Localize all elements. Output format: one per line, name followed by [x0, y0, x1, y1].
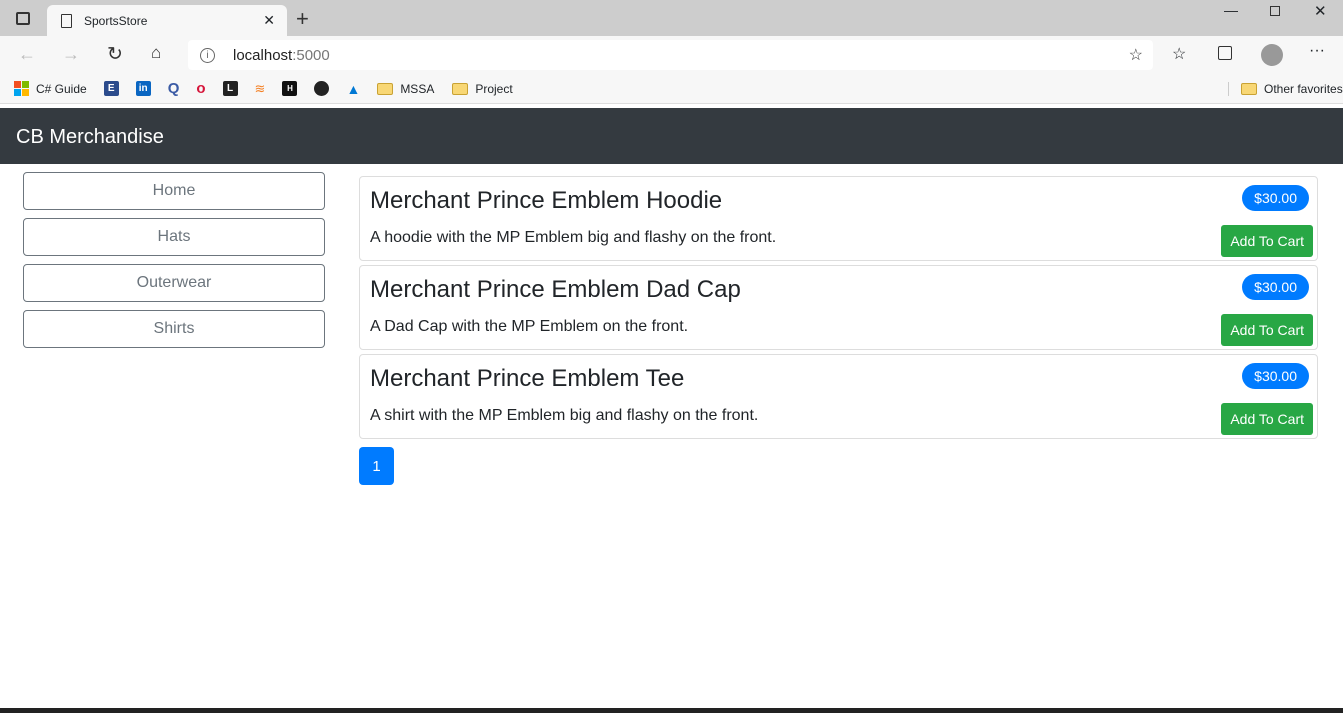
price-badge: $30.00	[1242, 274, 1309, 300]
q-icon[interactable]: Q	[168, 80, 180, 97]
product-card: Merchant Prince Emblem Dad Cap $30.00 A …	[359, 265, 1318, 350]
category-sidebar: Home Hats Outerwear Shirts	[23, 172, 325, 356]
more-icon[interactable]: ···	[1309, 42, 1325, 60]
product-name: Merchant Prince Emblem Hoodie	[370, 187, 723, 214]
price-badge: $30.00	[1242, 185, 1309, 211]
url-port: :5000	[292, 46, 330, 64]
linkedin-icon[interactable]: in	[135, 81, 151, 96]
info-icon[interactable]: i	[200, 47, 215, 63]
back-icon[interactable]: ←	[18, 44, 36, 65]
folder-icon	[377, 82, 394, 95]
product-name: Merchant Prince Emblem Tee	[370, 365, 685, 392]
brand[interactable]: CB Merchandise	[16, 126, 164, 148]
navbar: CB Merchandise	[0, 108, 1343, 164]
browser-toolbar: ← → ↻ ⌂ i localhost:5000 ☆ ☆ ···	[0, 36, 1343, 74]
add-to-cart-button[interactable]: Add To Cart	[1221, 403, 1313, 435]
page-icon	[61, 13, 72, 28]
page-1-button[interactable]: 1	[359, 447, 394, 485]
home-icon[interactable]: ⌂	[151, 43, 161, 63]
refresh-icon[interactable]: ↻	[107, 43, 123, 66]
url-host: localhost	[233, 46, 293, 64]
other-favorites-label: Other favorites	[1264, 81, 1343, 96]
close-window-icon[interactable]: ✕	[1314, 2, 1327, 20]
other-favorites[interactable]: Other favorites	[1228, 81, 1343, 96]
hackerrank-icon[interactable]: H	[282, 81, 298, 96]
browser-tab[interactable]: SportsStore ✕	[47, 5, 287, 36]
product-name: Merchant Prince Emblem Dad Cap	[370, 276, 741, 303]
bookmarks-bar: C# Guide E in Q o L ≋ H ▲ MSSA Project O…	[0, 74, 1343, 104]
stackoverflow-icon[interactable]: ≋	[255, 81, 266, 97]
product-card: Merchant Prince Emblem Hoodie $30.00 A h…	[359, 176, 1318, 261]
category-home-button[interactable]: Home	[23, 172, 325, 210]
azure-icon[interactable]: ▲	[346, 81, 360, 97]
category-hats-button[interactable]: Hats	[23, 218, 325, 256]
o-icon[interactable]: o	[196, 80, 205, 97]
forward-icon[interactable]: →	[62, 44, 80, 65]
tab-title: SportsStore	[84, 13, 148, 28]
l-icon[interactable]: L	[222, 81, 238, 96]
product-description: A Dad Cap with the MP Emblem on the fron…	[370, 318, 689, 335]
e-icon[interactable]: E	[103, 81, 119, 96]
bookmark-csharp-guide[interactable]: C# Guide	[14, 81, 87, 96]
folder-icon	[1241, 82, 1257, 95]
profile-avatar[interactable]	[1261, 44, 1283, 66]
category-shirts-button[interactable]: Shirts	[23, 310, 325, 348]
maximize-icon[interactable]	[1270, 6, 1280, 16]
collections-icon[interactable]	[1218, 46, 1232, 60]
microsoft-icon	[14, 81, 29, 96]
add-to-cart-button[interactable]: Add To Cart	[1221, 225, 1313, 257]
close-tab-icon[interactable]: ✕	[263, 12, 275, 29]
minimize-icon[interactable]: —	[1224, 2, 1238, 18]
address-bar[interactable]: i localhost:5000 ☆	[188, 40, 1153, 70]
tab-bar: SportsStore ✕ + — ✕	[0, 0, 1343, 36]
product-description: A hoodie with the MP Emblem big and flas…	[370, 229, 777, 246]
bookmark-label: MSSA	[400, 81, 435, 96]
taskbar-edge	[0, 708, 1343, 713]
favorites-icon[interactable]: ☆	[1172, 44, 1186, 64]
bookmark-folder-project[interactable]: Project	[452, 81, 513, 96]
bookmark-label: Project	[475, 81, 513, 96]
product-description: A shirt with the MP Emblem big and flash…	[370, 407, 759, 424]
add-favorite-icon[interactable]: ☆	[1129, 45, 1143, 65]
bookmark-folder-mssa[interactable]: MSSA	[377, 82, 434, 96]
product-card: Merchant Prince Emblem Tee $30.00 A shir…	[359, 354, 1318, 439]
github-icon[interactable]	[314, 81, 330, 96]
add-to-cart-button[interactable]: Add To Cart	[1221, 314, 1313, 346]
new-tab-icon[interactable]: +	[296, 6, 309, 32]
category-outerwear-button[interactable]: Outerwear	[23, 264, 325, 302]
folder-icon	[452, 82, 469, 95]
tab-actions-icon[interactable]	[16, 12, 30, 25]
price-badge: $30.00	[1242, 363, 1309, 389]
bookmark-label: C# Guide	[36, 81, 87, 96]
